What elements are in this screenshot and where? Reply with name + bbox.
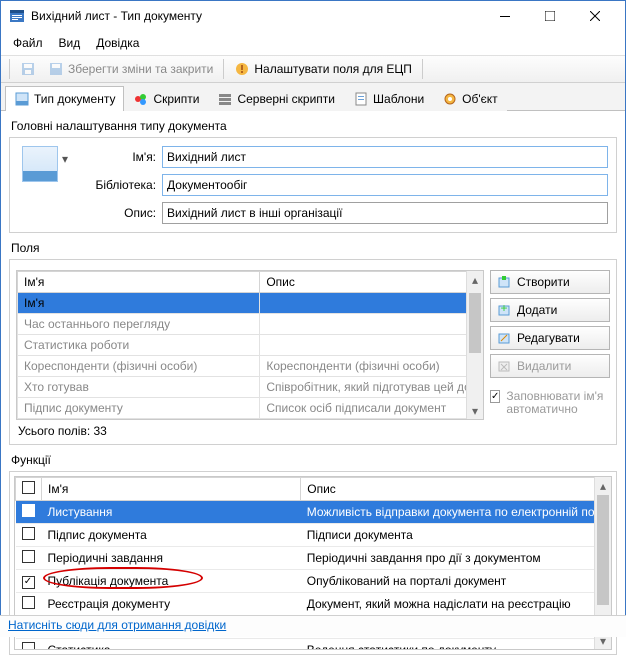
tab-server-scripts[interactable]: Серверні скрипти <box>208 86 344 111</box>
auto-fill-checkbox[interactable]: Заповнювати ім'я автоматично <box>490 390 610 416</box>
table-row[interactable]: Публікація документаОпублікований на пор… <box>16 570 611 593</box>
table-row[interactable]: СтатистикаВедення статистики по документ… <box>16 638 611 650</box>
config-sign-label: Налаштувати поля для ЕЦП <box>254 62 412 76</box>
minimize-button[interactable] <box>482 2 527 30</box>
table-row[interactable]: Реєстрація документуДокумент, який можна… <box>16 592 611 615</box>
scroll-up-icon[interactable]: ▴ <box>467 271 483 288</box>
table-row[interactable]: Періодичні завданняПеріодичні завдання п… <box>16 547 611 570</box>
create-button[interactable]: Створити <box>490 270 610 294</box>
tab-templates[interactable]: Шаблони <box>344 86 433 111</box>
table-row[interactable]: Підпис документаПідписи документа <box>16 524 611 547</box>
table-row[interactable]: Підпис документуСписок осіб підписали до… <box>18 398 483 419</box>
scroll-up-icon[interactable]: ▴ <box>595 477 611 494</box>
fields-total: Усього полів: 33 <box>18 424 608 438</box>
lib-input[interactable] <box>162 174 608 196</box>
table-row[interactable]: Час останнього перегляду <box>18 314 483 335</box>
main-settings-label: Головні налаштування типу документа <box>11 119 617 133</box>
save-icon <box>16 59 40 79</box>
doc-type-icon <box>22 146 58 182</box>
maximize-button[interactable] <box>527 2 572 30</box>
window-title: Вихідний лист - Тип документу <box>31 9 482 23</box>
table-row[interactable]: Ім'я <box>18 293 483 314</box>
fields-header-desc[interactable]: Опис <box>260 272 483 293</box>
tab-doc-type[interactable]: Тип документу <box>5 86 124 111</box>
functions-header-check[interactable] <box>16 478 42 501</box>
fields-header-name[interactable]: Ім'я <box>18 272 260 293</box>
delete-button: Видалити <box>490 354 610 378</box>
main-settings-group: ▾ Ім'я: Бібліотека: Опис: <box>9 137 617 233</box>
save-close-button: Зберегти зміни та закрити <box>44 59 217 79</box>
help-link[interactable]: Натисніть сюди для отримання довідки <box>8 618 226 632</box>
lib-label: Бібліотека: <box>74 178 156 192</box>
menu-view[interactable]: Вид <box>59 36 81 50</box>
statusbar: Натисніть сюди для отримання довідки <box>0 615 626 637</box>
menu-help[interactable]: Довідка <box>96 36 139 50</box>
name-input[interactable] <box>162 146 608 168</box>
tab-scripts[interactable]: Скрипти <box>124 86 208 111</box>
tabs: Тип документу Скрипти Серверні скрипти Ш… <box>1 83 625 111</box>
table-row[interactable]: Кореспонденти (фізичні особи)Кореспонден… <box>18 356 483 377</box>
fields-table[interactable]: Ім'я Опис Ім'я Час останнього перегляду … <box>16 270 484 420</box>
save-close-label: Зберегти зміни та закрити <box>68 62 213 76</box>
edit-button[interactable]: Редагувати <box>490 326 610 350</box>
table-row[interactable]: Хто готувавСпівробітник, який підготував… <box>18 377 483 398</box>
add-button[interactable]: +Додати <box>490 298 610 322</box>
scroll-down-icon[interactable]: ▾ <box>467 402 483 419</box>
menu-file[interactable]: Файл <box>13 36 43 50</box>
close-button[interactable] <box>572 2 617 30</box>
app-icon <box>9 8 25 24</box>
fields-label: Поля <box>11 241 617 255</box>
functions-label: Функції <box>11 453 617 467</box>
toolbar: Зберегти зміни та закрити Налаштувати по… <box>1 55 625 83</box>
functions-header-desc[interactable]: Опис <box>301 478 611 501</box>
config-sign-button[interactable]: Налаштувати поля для ЕЦП <box>230 59 416 79</box>
functions-header-name[interactable]: Ім'я <box>42 478 301 501</box>
desc-label: Опис: <box>74 206 156 220</box>
dropdown-icon[interactable]: ▾ <box>62 152 68 166</box>
fields-scrollbar[interactable]: ▴ ▾ <box>466 271 483 419</box>
name-label: Ім'я: <box>74 150 156 164</box>
titlebar: Вихідний лист - Тип документу <box>1 1 625 31</box>
menubar: Файл Вид Довідка <box>1 31 625 55</box>
desc-input[interactable] <box>162 202 608 224</box>
tab-object[interactable]: Об'єкт <box>433 86 507 111</box>
svg-text:+: + <box>500 303 507 315</box>
table-row[interactable]: Статистика роботи <box>18 335 483 356</box>
table-row[interactable]: ЛистуванняМожливість відправки документа… <box>16 501 611 524</box>
